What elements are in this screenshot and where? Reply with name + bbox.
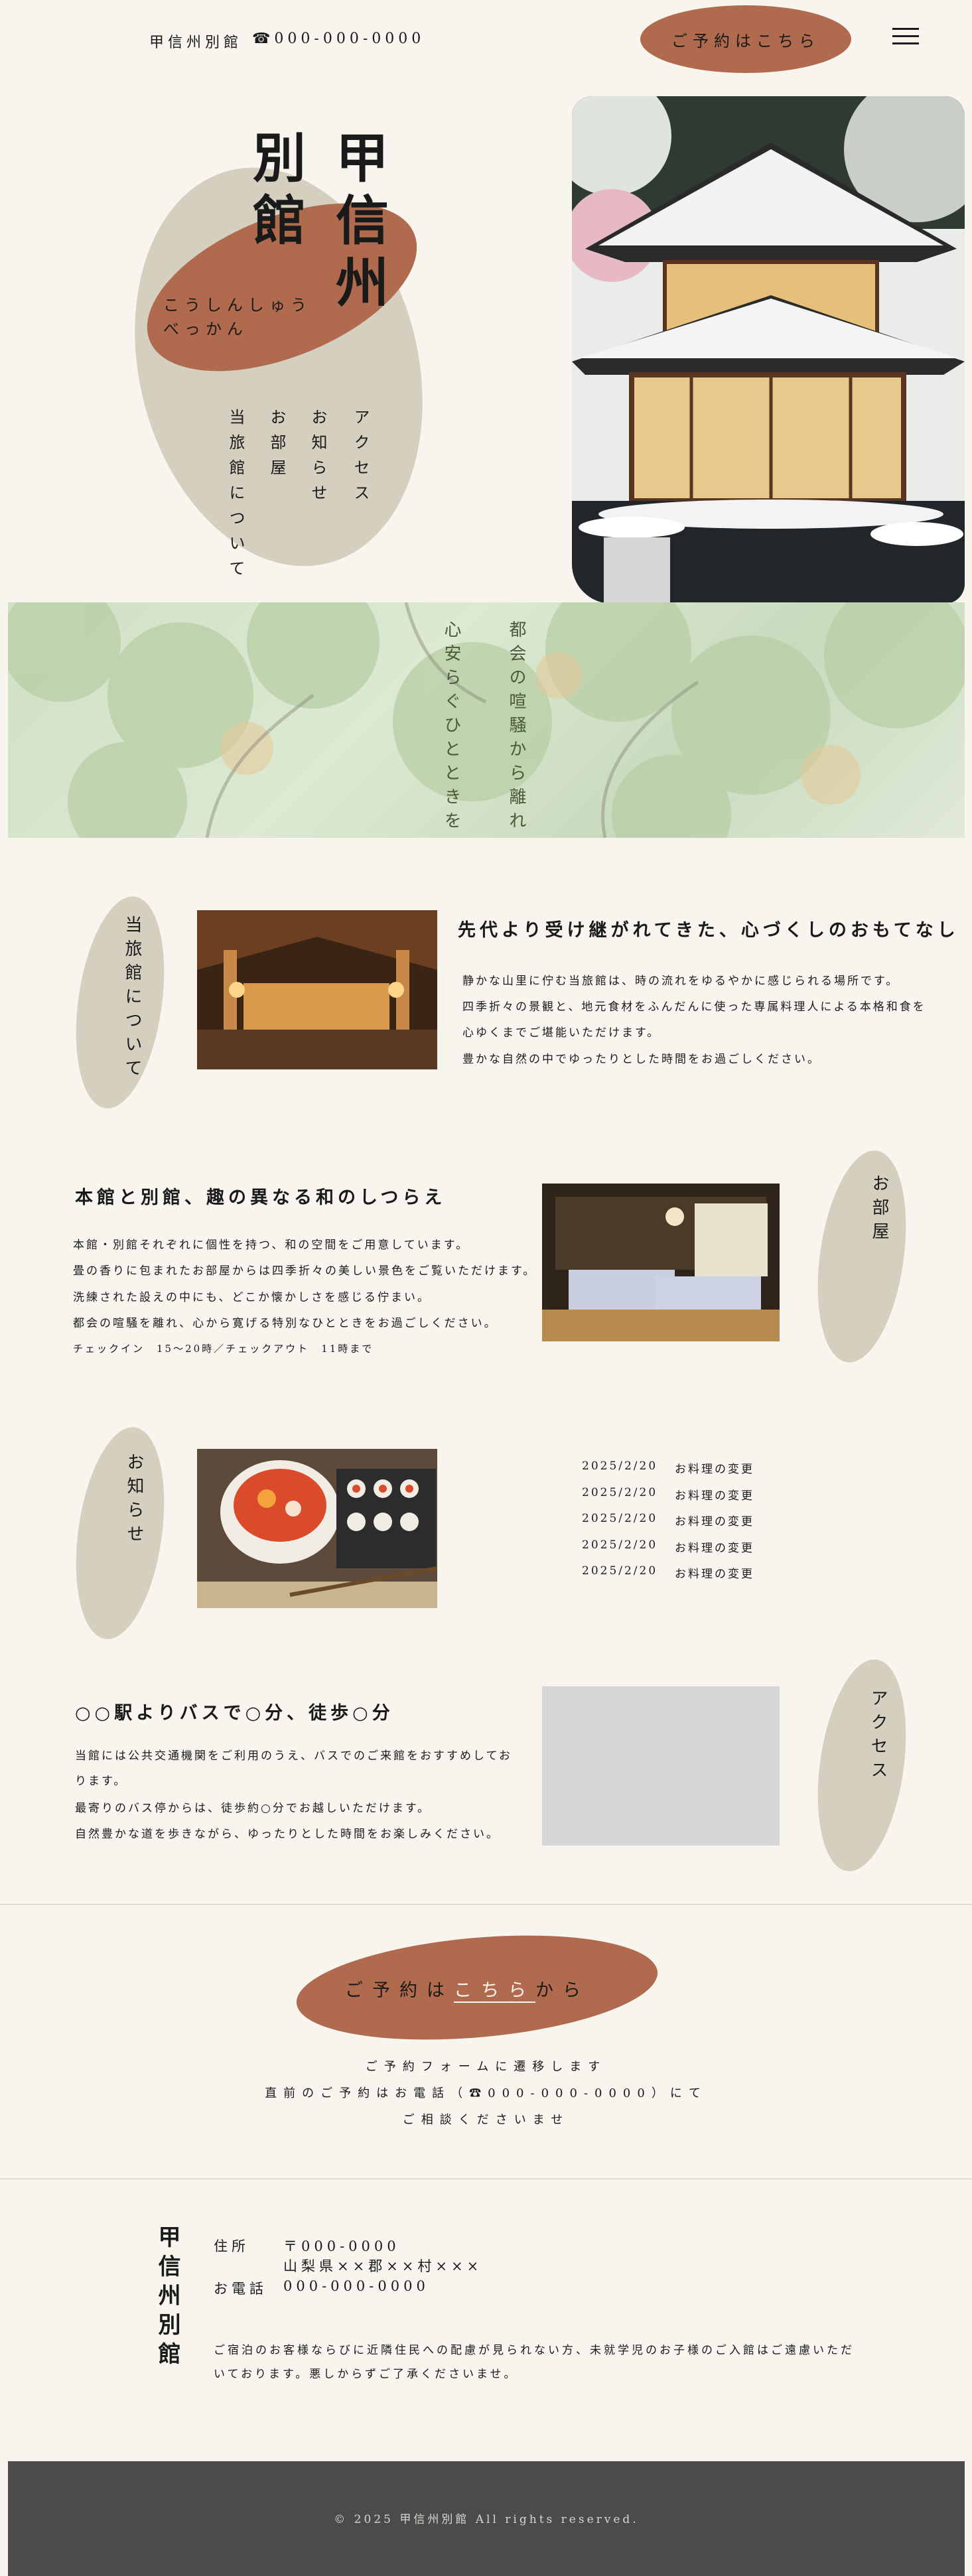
news-date: 2025/2/20 xyxy=(582,1538,658,1552)
news-date: 2025/2/20 xyxy=(582,1486,658,1499)
hero-title-sub: 別館 xyxy=(244,130,307,255)
access-text: 当館には公共交通機関をご利用のうえ、バスでのご来館をおすすめしてお xyxy=(75,1749,512,1763)
access-label-blob xyxy=(805,1653,918,1877)
rooms-checkin-info: チェックイン 15～20時／チェックアウト 11時まで xyxy=(73,1343,374,1355)
about-text: 四季折々の景観と、地元食材をふんだんに使った専属料理人による本格和食を xyxy=(462,1000,926,1014)
rooms-title: 本館と別館、趣の異なる和のしつらえ xyxy=(75,1187,447,1208)
news-item-link[interactable]: お料理の変更 xyxy=(675,1564,754,1581)
access-section-label: アクセス xyxy=(868,1689,888,1785)
cta-note: ご予約フォームに遷移します xyxy=(365,2060,607,2074)
cta-note-phone: 直前のご予約はお電話（☎000-000-0000）にて xyxy=(265,2086,707,2100)
hamburger-menu-icon[interactable] xyxy=(892,28,919,48)
news-section-label: お知らせ xyxy=(124,1453,144,1548)
news-item-link[interactable]: お料理の変更 xyxy=(675,1538,754,1555)
hero-nav-news[interactable]: お知らせ xyxy=(307,409,330,509)
access-text: ります。 xyxy=(75,1775,127,1788)
rooms-text: 畳の香りに包まれたお部屋からは四季折々の美しい景色をご覧いただけます。 xyxy=(73,1264,537,1278)
news-item-link[interactable]: お料理の変更 xyxy=(675,1512,754,1528)
hero-nav-rooms[interactable]: お部屋 xyxy=(265,409,289,484)
footer-address: 山梨県××郡××村××× xyxy=(283,2258,483,2274)
footer-address-label: 住所 xyxy=(214,2238,249,2254)
header-phone[interactable]: ☎000-000-0000 xyxy=(252,31,425,47)
hero-nav-access[interactable]: アクセス xyxy=(349,409,372,509)
access-text: 自然豊かな道を歩きながら、ゆったりとした時間をお楽しみください。 xyxy=(75,1828,500,1841)
rooms-label-blob xyxy=(805,1144,918,1369)
rooms-text: 本館・別館それぞれに個性を持つ、和の空間をご用意しています。 xyxy=(73,1239,470,1252)
about-text: 豊かな自然の中でゆったりとした時間をお過ごしください。 xyxy=(462,1053,821,1066)
news-date: 2025/2/20 xyxy=(582,1512,658,1525)
news-item-link[interactable]: お料理の変更 xyxy=(675,1486,754,1503)
hero-kana: べっかん xyxy=(163,320,248,338)
footer-tel[interactable]: 000-000-0000 xyxy=(283,2278,429,2294)
section-divider xyxy=(0,1904,972,1905)
news-label-blob xyxy=(64,1421,176,1645)
reservation-cta-text[interactable]: ご予約はこちらから xyxy=(345,1976,590,2001)
about-text: 静かな山里に佇む当旅館は、時の流れをゆるやかに感じられる場所です。 xyxy=(462,975,900,988)
reserve-button[interactable]: ご予約はこちら xyxy=(640,5,851,73)
footer-tel-label: お電話 xyxy=(214,2281,267,2297)
footer-postal: 〒000-0000 xyxy=(283,2238,400,2254)
footer-notice: ご宿泊のお客様ならびに近隣住民への配慮が見られない方、未就学児のお子様のご入館は… xyxy=(214,2344,855,2381)
footer-logo: 甲信州別館 xyxy=(154,2225,180,2371)
access-title: ○○駅よりバスで○分、徒歩○分 xyxy=(75,1703,394,1724)
access-map-placeholder[interactable] xyxy=(542,1686,780,1846)
about-photo-hall xyxy=(197,910,437,1069)
rooms-photo-bedroom xyxy=(542,1184,780,1341)
about-section-label: 当旅館について xyxy=(122,915,142,1083)
banner-copy: 心安らぐひとときを xyxy=(441,620,461,835)
reservation-link[interactable]: こちら xyxy=(454,1980,535,2001)
hero-photo-temple xyxy=(572,96,965,604)
news-date: 2025/2/20 xyxy=(582,1564,658,1578)
hero-title: 甲信州 xyxy=(327,130,389,317)
reserve-button-label: ご予約はこちら xyxy=(671,31,820,50)
rooms-section-label: お部屋 xyxy=(869,1174,889,1246)
news-item-link[interactable]: お料理の変更 xyxy=(675,1459,754,1476)
news-date: 2025/2/20 xyxy=(582,1459,658,1473)
about-title: 先代より受け継がれてきた、心づくしのおもてなし xyxy=(458,920,959,941)
copyright: © 2025 甲信州別館 All rights reserved. xyxy=(334,2513,639,2526)
cta-note: ご相談くださいませ xyxy=(402,2113,570,2127)
forest-banner-image xyxy=(8,602,965,838)
banner-copy: 都会の喧騒から離れ xyxy=(506,620,526,835)
hero-nav-about[interactable]: 当旅館について xyxy=(224,409,247,585)
access-text: 最寄りのバス停からは、徒歩約○分でお越しいただけます。 xyxy=(75,1802,431,1815)
rooms-text: 洗練された設えの中にも、どこか懐かしさを感じる佇まい。 xyxy=(73,1291,431,1304)
news-photo-food xyxy=(197,1449,437,1608)
hero-photo-placeholder xyxy=(604,537,670,604)
rooms-text: 都会の喧騒を離れ、心から寛げる特別なひとときをお過ごしください。 xyxy=(73,1317,498,1330)
site-name[interactable]: 甲信州別館 xyxy=(149,31,242,52)
hero-kana: こうしんしゅう xyxy=(163,296,312,314)
about-text: 心ゆくまでご堪能いただけます。 xyxy=(462,1026,661,1040)
